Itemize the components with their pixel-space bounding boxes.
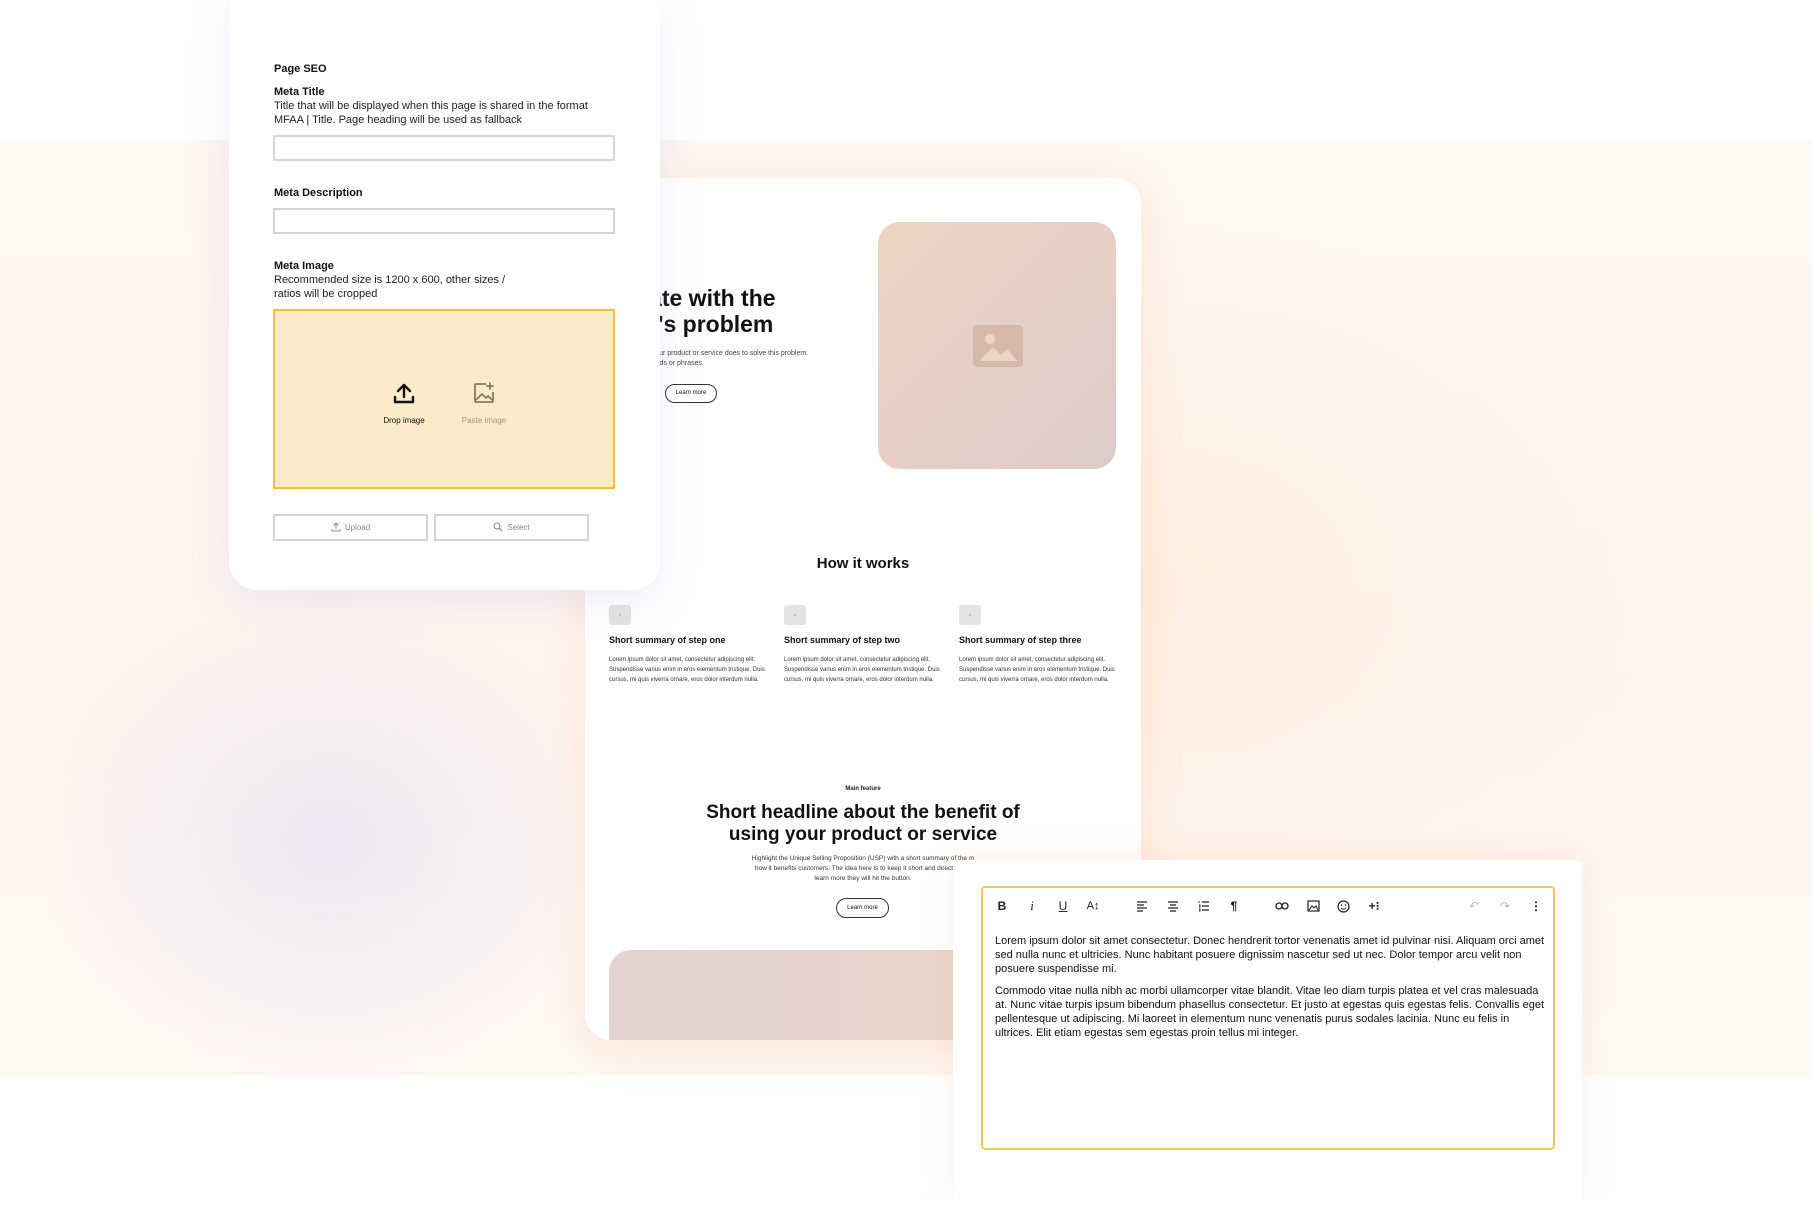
undo-icon: ↶ xyxy=(1468,899,1480,913)
feature-learn-more-button[interactable]: Learn more xyxy=(836,898,889,918)
meta-description-input[interactable] xyxy=(273,208,615,234)
hero-image-placeholder xyxy=(878,222,1116,469)
undo-button[interactable]: ↶ xyxy=(1464,896,1484,916)
upload-icon xyxy=(392,381,416,410)
link-button[interactable] xyxy=(1272,896,1292,916)
image-icon xyxy=(973,325,1023,367)
editor-content[interactable]: Lorem ipsum dolor sit amet consectetur. … xyxy=(995,934,1545,1048)
step-one-body: Lorem ipsum dolor sit amet, consectetur … xyxy=(609,657,765,683)
drop-image-action[interactable]: Drop image xyxy=(374,381,434,425)
redo-icon: ↷ xyxy=(1499,899,1511,913)
page-seo-heading: Page SEO xyxy=(274,63,327,75)
feature-title: Short headline about the benefit of usin… xyxy=(706,802,1020,845)
image-icon xyxy=(1306,900,1320,912)
how-it-works-title: How it works xyxy=(816,555,910,572)
meta-title-label: Meta Title xyxy=(274,86,325,98)
upload-icon xyxy=(331,521,341,534)
meta-description-label: Meta Description xyxy=(274,187,363,199)
more-options-button[interactable]: ⋮ xyxy=(1526,896,1546,916)
select-button-label: Select xyxy=(507,523,530,532)
plus-icon: +⁝ xyxy=(1368,899,1380,913)
underline-button[interactable]: U xyxy=(1053,896,1073,916)
editor-paragraph-1: Lorem ipsum dolor sit amet consectetur. … xyxy=(995,935,1545,975)
numbered-list-button[interactable] xyxy=(1194,896,1214,916)
step-one-icon: ▫ xyxy=(609,605,631,625)
link-icon xyxy=(1275,902,1289,910)
emoji-icon xyxy=(1336,899,1350,913)
add-image-icon xyxy=(472,381,496,410)
upload-button[interactable]: Upload xyxy=(273,514,428,541)
upload-button-label: Upload xyxy=(344,523,371,532)
align-center-icon xyxy=(1168,901,1178,912)
step-two: ▫ Short summary of step two Lorem ipsum … xyxy=(784,605,944,685)
step-three-body: Lorem ipsum dolor sit amet, consectetur … xyxy=(959,657,1115,683)
drop-image-label: Drop image xyxy=(383,416,425,425)
page-seo-panel: Page SEO Meta Title Title that will be d… xyxy=(229,0,660,590)
rich-text-editor[interactable]: B i U A↕ ¶ +⁝ ↶ ↷ ⋮ Lorem ipsum dolor si… xyxy=(981,886,1555,1150)
step-one: ▫ Short summary of step one Lorem ipsum … xyxy=(609,605,769,685)
meta-title-help: Title that will be displayed when this p… xyxy=(274,100,588,126)
step-two-title: Short summary of step two xyxy=(784,635,901,645)
step-three-title: Short summary of step three xyxy=(959,635,1082,645)
step-two-body: Lorem ipsum dolor sit amet, consectetur … xyxy=(784,657,940,683)
step-three-icon: ▫ xyxy=(959,605,981,625)
hero-learn-more-button[interactable]: Learn more xyxy=(665,384,717,403)
feature-eyebrow: Main feature xyxy=(845,786,881,792)
editor-paragraph-2: Commodo vitae nulla nibh ac morbi ullamc… xyxy=(995,985,1545,1039)
step-one-title: Short summary of step one xyxy=(609,635,726,645)
step-three: ▫ Short summary of step three Lorem ipsu… xyxy=(959,605,1119,685)
align-center-button[interactable] xyxy=(1163,896,1183,916)
editor-toolbar: B i U A↕ ¶ +⁝ ↶ ↷ ⋮ xyxy=(983,888,1553,924)
paragraph-icon: ¶ xyxy=(1230,899,1238,913)
align-left-icon xyxy=(1137,901,1147,912)
rich-text-editor-card: B i U A↕ ¶ +⁝ ↶ ↷ ⋮ Lorem ipsum dolor si… xyxy=(953,860,1582,1205)
insert-image-button[interactable] xyxy=(1303,896,1323,916)
select-button[interactable]: Select xyxy=(434,514,589,541)
redo-button[interactable]: ↷ xyxy=(1495,896,1515,916)
bold-button[interactable]: B xyxy=(992,896,1012,916)
paragraph-style-button[interactable]: ¶ xyxy=(1224,896,1244,916)
text-size-button[interactable]: A↕ xyxy=(1083,896,1103,916)
italic-button[interactable]: i xyxy=(1022,896,1042,916)
insert-more-button[interactable]: +⁝ xyxy=(1364,896,1384,916)
more-vertical-icon: ⋮ xyxy=(1530,899,1542,913)
image-dropzone[interactable]: Drop image Paste image xyxy=(273,309,615,489)
emoji-button[interactable] xyxy=(1333,896,1353,916)
meta-title-input[interactable] xyxy=(273,135,615,161)
search-icon xyxy=(493,521,503,534)
meta-image-help: Recommended size is 1200 x 600, other si… xyxy=(274,274,506,300)
numbered-list-icon xyxy=(1198,901,1209,912)
paste-image-label: Paste image xyxy=(461,416,507,425)
meta-image-label: Meta Image xyxy=(274,260,334,272)
step-two-icon: ▫ xyxy=(784,605,806,625)
paste-image-action[interactable]: Paste image xyxy=(454,381,514,425)
align-left-button[interactable] xyxy=(1132,896,1152,916)
